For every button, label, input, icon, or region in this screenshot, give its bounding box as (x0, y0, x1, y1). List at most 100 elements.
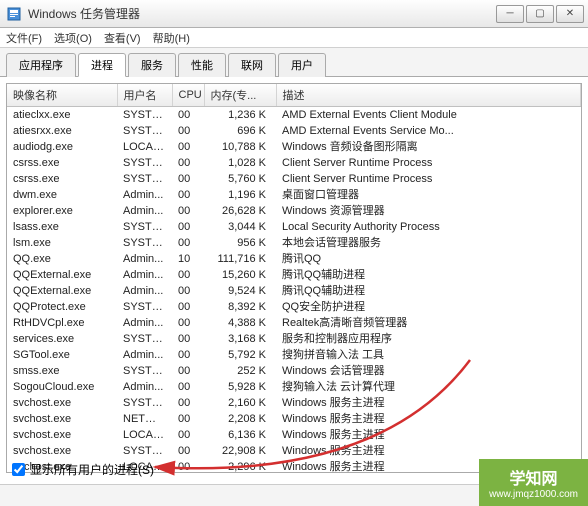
tab-applications[interactable]: 应用程序 (6, 53, 76, 77)
table-row[interactable]: services.exeSYSTEM003,168 K服务和控制器应用程序 (7, 331, 581, 347)
table-row[interactable]: RtHDVCpl.exeAdmin...004,388 KRealtek高清晰音… (7, 315, 581, 331)
cell-mem: 1,028 K (204, 155, 276, 171)
maximize-button[interactable]: ▢ (526, 5, 554, 23)
cell-name: SGTool.exe (7, 347, 117, 363)
table-row[interactable]: QQProtect.exeSYSTEM008,392 KQQ安全防护进程 (7, 299, 581, 315)
cell-desc: QQ安全防护进程 (276, 299, 581, 315)
cell-mem: 3,168 K (204, 331, 276, 347)
cell-name: audiodg.exe (7, 139, 117, 155)
cell-mem: 6,136 K (204, 427, 276, 443)
cell-desc: 腾讯QQ (276, 251, 581, 267)
cell-mem: 1,236 K (204, 107, 276, 124)
table-row[interactable]: explorer.exeAdmin...0026,628 KWindows 资源… (7, 203, 581, 219)
cell-desc: Windows 服务主进程 (276, 427, 581, 443)
cell-cpu: 10 (172, 251, 204, 267)
table-row[interactable]: dwm.exeAdmin...001,196 K桌面窗口管理器 (7, 187, 581, 203)
cell-user: SYSTEM (117, 235, 172, 251)
col-header-name[interactable]: 映像名称 (7, 84, 117, 107)
show-all-users-label: 显示所有用户的进程(S) (30, 461, 154, 478)
cell-user: LOCAL... (117, 139, 172, 155)
cell-desc: AMD External Events Service Mo... (276, 123, 581, 139)
cell-desc: Windows 服务主进程 (276, 443, 581, 459)
cell-cpu: 00 (172, 139, 204, 155)
cell-user: SYSTEM (117, 171, 172, 187)
cell-name: services.exe (7, 331, 117, 347)
cell-name: QQExternal.exe (7, 267, 117, 283)
cell-user: SYSTEM (117, 395, 172, 411)
cell-mem: 956 K (204, 235, 276, 251)
show-all-users-checkbox[interactable] (12, 463, 25, 476)
cell-name: atiesrxx.exe (7, 123, 117, 139)
table-row[interactable]: SGTool.exeAdmin...005,792 K搜狗拼音输入法 工具 (7, 347, 581, 363)
cell-user: Admin... (117, 283, 172, 299)
menu-file[interactable]: 文件(F) (6, 30, 42, 46)
table-row[interactable]: SogouCloud.exeAdmin...005,928 K搜狗输入法 云计算… (7, 379, 581, 395)
col-header-desc[interactable]: 描述 (276, 84, 581, 107)
table-row[interactable]: svchost.exeSYSTEM0022,908 KWindows 服务主进程 (7, 443, 581, 459)
cell-desc: 本地会话管理器服务 (276, 235, 581, 251)
watermark: 学知网 www.jmqz1000.com (479, 459, 588, 506)
cell-name: svchost.exe (7, 427, 117, 443)
tab-networking[interactable]: 联网 (228, 53, 276, 77)
col-header-mem[interactable]: 内存(专... (204, 84, 276, 107)
cell-mem: 5,792 K (204, 347, 276, 363)
table-row[interactable]: atieclxx.exeSYSTEM001,236 KAMD External … (7, 107, 581, 124)
cell-mem: 9,524 K (204, 283, 276, 299)
cell-name: QQ.exe (7, 251, 117, 267)
cell-cpu: 00 (172, 331, 204, 347)
cell-user: Admin... (117, 379, 172, 395)
cell-user: SYSTEM (117, 299, 172, 315)
table-row[interactable]: lsass.exeSYSTEM003,044 KLocal Security A… (7, 219, 581, 235)
col-header-cpu[interactable]: CPU (172, 84, 204, 107)
tab-users[interactable]: 用户 (278, 53, 326, 77)
cell-user: NETWO... (117, 411, 172, 427)
cell-name: csrss.exe (7, 155, 117, 171)
table-row[interactable]: svchost.exeLOCAL...006,136 KWindows 服务主进… (7, 427, 581, 443)
cell-desc: Windows 音频设备图形隔离 (276, 139, 581, 155)
cell-desc: 腾讯QQ辅助进程 (276, 267, 581, 283)
cell-desc: 桌面窗口管理器 (276, 187, 581, 203)
tab-services[interactable]: 服务 (128, 53, 176, 77)
cell-cpu: 00 (172, 379, 204, 395)
menu-view[interactable]: 查看(V) (104, 30, 141, 46)
cell-cpu: 00 (172, 395, 204, 411)
cell-name: explorer.exe (7, 203, 117, 219)
cell-name: QQExternal.exe (7, 283, 117, 299)
cell-desc: Windows 服务主进程 (276, 395, 581, 411)
col-header-user[interactable]: 用户名 (117, 84, 172, 107)
table-row[interactable]: lsm.exeSYSTEM00956 K本地会话管理器服务 (7, 235, 581, 251)
table-row[interactable]: smss.exeSYSTEM00252 KWindows 会话管理器 (7, 363, 581, 379)
cell-name: smss.exe (7, 363, 117, 379)
close-button[interactable]: ✕ (556, 5, 584, 23)
table-row[interactable]: QQExternal.exeAdmin...0015,260 K腾讯QQ辅助进程 (7, 267, 581, 283)
cell-user: SYSTEM (117, 443, 172, 459)
cell-mem: 1,196 K (204, 187, 276, 203)
minimize-button[interactable]: ─ (496, 5, 524, 23)
table-row[interactable]: csrss.exeSYSTEM005,760 KClient Server Ru… (7, 171, 581, 187)
cell-mem: 4,388 K (204, 315, 276, 331)
cell-cpu: 00 (172, 123, 204, 139)
cell-name: SogouCloud.exe (7, 379, 117, 395)
tab-performance[interactable]: 性能 (178, 53, 226, 77)
cell-mem: 5,760 K (204, 171, 276, 187)
cell-desc: Realtek高清晰音频管理器 (276, 315, 581, 331)
tab-processes[interactable]: 进程 (78, 53, 126, 77)
cell-user: Admin... (117, 251, 172, 267)
menu-help[interactable]: 帮助(H) (153, 30, 190, 46)
cell-name: atieclxx.exe (7, 107, 117, 124)
table-row[interactable]: atiesrxx.exeSYSTEM00696 KAMD External Ev… (7, 123, 581, 139)
menu-options[interactable]: 选项(O) (54, 30, 92, 46)
cell-user: Admin... (117, 315, 172, 331)
cell-desc: 搜狗拼音输入法 工具 (276, 347, 581, 363)
table-row[interactable]: QQExternal.exeAdmin...009,524 K腾讯QQ辅助进程 (7, 283, 581, 299)
cell-user: LOCAL... (117, 427, 172, 443)
process-table[interactable]: 映像名称 用户名 CPU 内存(专... 描述 atieclxx.exeSYST… (6, 83, 582, 473)
table-row[interactable]: QQ.exeAdmin...10111,716 K腾讯QQ (7, 251, 581, 267)
cell-cpu: 00 (172, 315, 204, 331)
cell-name: csrss.exe (7, 171, 117, 187)
table-row[interactable]: svchost.exeSYSTEM002,160 KWindows 服务主进程 (7, 395, 581, 411)
table-row[interactable]: csrss.exeSYSTEM001,028 KClient Server Ru… (7, 155, 581, 171)
table-row[interactable]: svchost.exeNETWO...002,208 KWindows 服务主进… (7, 411, 581, 427)
cell-name: svchost.exe (7, 411, 117, 427)
table-row[interactable]: audiodg.exeLOCAL...0010,788 KWindows 音频设… (7, 139, 581, 155)
